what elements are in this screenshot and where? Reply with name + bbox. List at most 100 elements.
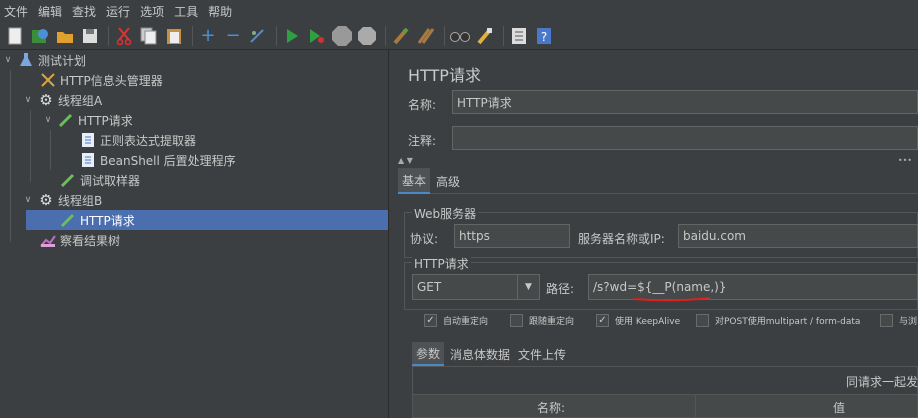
column-header-name[interactable]: 名称: bbox=[537, 399, 565, 416]
comment-field[interactable] bbox=[452, 126, 918, 150]
reset-search-icon[interactable] bbox=[474, 25, 496, 47]
start-icon[interactable] bbox=[281, 25, 303, 47]
checkbox-follow-redirect[interactable]: 跟随重定向 bbox=[510, 314, 574, 327]
splitter-handle[interactable]: ▲ ▼ ••• bbox=[398, 156, 918, 166]
checkbox-label: 与浏 bbox=[899, 317, 918, 327]
red-underline-annotation bbox=[633, 297, 711, 302]
menu-tools[interactable]: 工具 bbox=[174, 3, 198, 20]
toolbar-separator bbox=[276, 25, 277, 46]
tree-label: 调试取样器 bbox=[80, 173, 141, 188]
column-header-value[interactable]: 值 bbox=[833, 399, 845, 416]
tree-node-thread-group-a[interactable]: ∨ ⚙ 线程组A bbox=[22, 90, 103, 110]
path-value: /s?wd=${__P(name,)} bbox=[593, 280, 727, 294]
expand-icon[interactable]: + bbox=[197, 25, 219, 47]
name-label: 名称: bbox=[408, 98, 437, 112]
clear-icon[interactable] bbox=[390, 25, 412, 47]
checkbox-box[interactable] bbox=[510, 314, 523, 327]
stop-icon[interactable] bbox=[331, 25, 353, 47]
checkbox-box[interactable]: ✓ bbox=[596, 314, 609, 327]
menu-edit[interactable]: 编辑 bbox=[38, 3, 62, 20]
checkbox-keepalive[interactable]: ✓ 使用 KeepAlive bbox=[596, 314, 680, 327]
toolbar: + − ? bbox=[0, 22, 918, 50]
tree-node-debug-sampler[interactable]: 调试取样器 bbox=[44, 170, 140, 190]
http-request-group-title: HTTP请求 bbox=[412, 255, 471, 272]
test-plan-tree: ∨ 测试计划 HTTP信息头管理器 ∨ ⚙ 线程组A ∨ HTTP请求 正则表达… bbox=[0, 50, 389, 418]
tree-label: 线程组A bbox=[58, 93, 103, 108]
tree-label: HTTP请求 bbox=[80, 213, 135, 228]
help-icon[interactable]: ? bbox=[533, 25, 555, 47]
gear-icon: ⚙ bbox=[39, 191, 53, 209]
tree-node-http-request-b[interactable]: HTTP请求 bbox=[44, 210, 135, 230]
subtab-parameters[interactable]: 参数 bbox=[412, 342, 445, 366]
paste-icon[interactable] bbox=[163, 25, 185, 47]
subtab-file-upload[interactable]: 文件上传 bbox=[514, 342, 570, 366]
checkbox-box[interactable]: ✓ bbox=[424, 314, 437, 327]
menu-file[interactable]: 文件 bbox=[4, 3, 28, 20]
collapse-icon[interactable]: − bbox=[222, 25, 244, 47]
copy-icon[interactable] bbox=[138, 25, 160, 47]
search-icon[interactable] bbox=[449, 25, 471, 47]
tree-label: 测试计划 bbox=[38, 53, 87, 68]
chevron-down-icon[interactable]: ▼ bbox=[517, 275, 539, 299]
http-request-panel: HTTP请求 名称: 注释: ▲ ▼••• 基本 高级 Web服务器 协议: 服… bbox=[390, 50, 918, 418]
column-divider bbox=[695, 395, 696, 417]
protocol-field[interactable] bbox=[454, 224, 570, 248]
tree-guide bbox=[50, 130, 51, 170]
toolbar-separator bbox=[503, 25, 504, 46]
menu-help[interactable]: 帮助 bbox=[208, 3, 232, 20]
tab-advanced[interactable]: 高级 bbox=[432, 168, 464, 194]
collapse-toggle-icon[interactable]: ∨ bbox=[2, 55, 14, 65]
collapse-toggle-icon[interactable]: ∨ bbox=[22, 195, 34, 205]
checkbox-multipart[interactable]: 对POST使用multipart / form-data bbox=[696, 314, 860, 327]
open-icon[interactable] bbox=[54, 25, 76, 47]
menu-run[interactable]: 运行 bbox=[106, 3, 130, 20]
menu-search[interactable]: 查找 bbox=[72, 3, 96, 20]
tree-label: 察看结果树 bbox=[60, 233, 121, 248]
send-parameters-label: 同请求一起发 bbox=[846, 375, 918, 389]
toggle-icon[interactable] bbox=[247, 25, 269, 47]
collapse-toggle-icon[interactable]: ∨ bbox=[22, 95, 34, 105]
toolbar-separator bbox=[444, 25, 445, 46]
checkbox-browser-compatible[interactable]: 与浏 bbox=[880, 314, 917, 327]
wrench-icon bbox=[40, 72, 56, 88]
tree-label: HTTP请求 bbox=[78, 113, 133, 128]
cut-icon[interactable] bbox=[113, 25, 135, 47]
tree-label: 线程组B bbox=[58, 193, 103, 208]
function-helper-icon[interactable] bbox=[508, 25, 530, 47]
save-icon[interactable] bbox=[79, 25, 101, 47]
server-name-field[interactable] bbox=[678, 224, 918, 248]
tree-node-thread-group-b[interactable]: ∨ ⚙ 线程组B bbox=[22, 190, 103, 210]
templates-icon[interactable] bbox=[29, 25, 51, 47]
menu-options[interactable]: 选项 bbox=[140, 3, 164, 20]
tree-node-http-request-a[interactable]: ∨ HTTP请求 bbox=[42, 110, 133, 130]
server-name-label: 服务器名称或IP: bbox=[578, 232, 665, 246]
tree-node-beanshell[interactable]: BeanShell 后置处理程序 bbox=[64, 150, 236, 170]
name-field[interactable] bbox=[452, 90, 918, 114]
collapse-toggle-icon[interactable]: ∨ bbox=[42, 115, 54, 125]
tree-node-result-tree[interactable]: 察看结果树 bbox=[24, 230, 120, 250]
shutdown-icon[interactable] bbox=[356, 25, 378, 47]
toolbar-separator bbox=[192, 25, 193, 46]
tab-basic[interactable]: 基本 bbox=[398, 168, 431, 194]
toolbar-separator bbox=[108, 25, 109, 46]
start-no-pause-icon[interactable] bbox=[306, 25, 328, 47]
checkbox-box[interactable] bbox=[696, 314, 709, 327]
tree-node-header-manager[interactable]: HTTP信息头管理器 bbox=[24, 70, 163, 90]
method-select[interactable]: GET ▼ bbox=[412, 274, 540, 300]
checkbox-box[interactable] bbox=[880, 314, 893, 327]
tab-bar: 基本 高级 bbox=[398, 168, 918, 194]
method-value: GET bbox=[417, 280, 442, 294]
tree-node-regex-extractor[interactable]: 正则表达式提取器 bbox=[64, 130, 196, 150]
document-icon bbox=[80, 132, 96, 148]
subtab-body-data[interactable]: 消息体数据 bbox=[446, 342, 514, 366]
pipette-icon bbox=[60, 212, 76, 228]
protocol-label: 协议: bbox=[410, 232, 439, 246]
tree-node-test-plan[interactable]: ∨ 测试计划 bbox=[2, 50, 86, 70]
tree-guide bbox=[30, 110, 31, 182]
web-server-group-title: Web服务器 bbox=[412, 205, 479, 222]
checkbox-label: 自动重定向 bbox=[443, 317, 489, 327]
clear-all-icon[interactable] bbox=[415, 25, 437, 47]
menu-bar: 文件 编辑 查找 运行 选项 工具 帮助 bbox=[0, 0, 918, 22]
checkbox-auto-redirect[interactable]: ✓ 自动重定向 bbox=[424, 314, 488, 327]
new-icon[interactable] bbox=[4, 25, 26, 47]
